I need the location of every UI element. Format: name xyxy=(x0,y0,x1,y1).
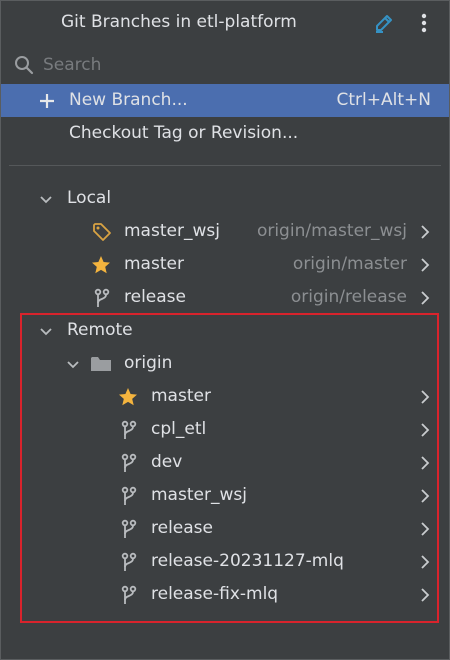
branch-icon xyxy=(91,287,113,309)
new-branch-action[interactable]: New Branch... Ctrl+Alt+N xyxy=(1,84,449,117)
edit-pencil-icon[interactable] xyxy=(373,12,395,34)
search-icon xyxy=(13,54,35,76)
search-bar xyxy=(1,48,449,82)
new-branch-label: New Branch... xyxy=(69,90,188,110)
remote-highlight-box xyxy=(20,313,439,623)
git-branches-popup: Git Branches in etl-platform Search New … xyxy=(0,0,450,660)
local-branch-master[interactable]: master origin/master xyxy=(1,248,449,281)
popup-header: Git Branches in etl-platform xyxy=(1,1,449,45)
tag-icon xyxy=(91,221,113,243)
tracking-branch: origin/master_wsj xyxy=(256,221,407,241)
local-group[interactable]: Local xyxy=(1,182,449,215)
local-branch-master-wsj[interactable]: master_wsj origin/master_wsj xyxy=(1,215,449,248)
chevron-right-icon[interactable] xyxy=(418,257,432,273)
checkout-tag-action[interactable]: Checkout Tag or Revision... xyxy=(1,117,449,150)
new-branch-shortcut: Ctrl+Alt+N xyxy=(336,90,431,110)
chevron-down-icon xyxy=(39,192,53,206)
tracking-branch: origin/release xyxy=(290,287,407,307)
chevron-right-icon[interactable] xyxy=(418,224,432,240)
divider xyxy=(9,165,441,166)
star-icon xyxy=(90,254,112,276)
popup-title: Git Branches in etl-platform xyxy=(61,12,297,32)
plus-icon xyxy=(38,92,56,110)
checkout-tag-label: Checkout Tag or Revision... xyxy=(69,123,299,143)
local-branch-release[interactable]: release origin/release xyxy=(1,281,449,314)
more-vertical-icon[interactable] xyxy=(414,11,434,35)
branch-name: release xyxy=(124,287,186,307)
chevron-right-icon[interactable] xyxy=(418,290,432,306)
local-group-label: Local xyxy=(67,188,112,208)
search-input[interactable] xyxy=(43,52,433,78)
tracking-branch: origin/master xyxy=(292,254,407,274)
branch-name: master_wsj xyxy=(124,221,220,241)
branch-name: master xyxy=(124,254,184,274)
